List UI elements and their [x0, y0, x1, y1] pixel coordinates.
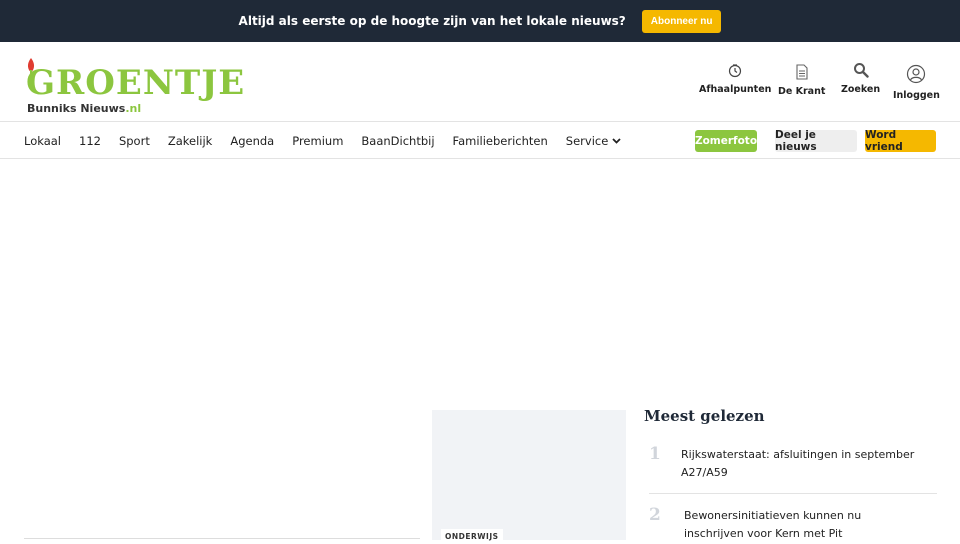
menu-item-service-label: Service [565, 133, 609, 148]
chevron-down-icon [612, 137, 621, 144]
site-logo[interactable]: GROENTJE Bunniks Nieuws.nl [24, 56, 244, 116]
most-read-rank: 1 [649, 444, 661, 464]
document-icon [796, 64, 808, 80]
most-read-title: Meest gelezen [644, 407, 765, 425]
user-icon [907, 64, 926, 84]
zomerfoto-button[interactable]: Zomerfoto [695, 130, 757, 152]
top-banner: Altijd als eerste op de hoogte zijn van … [0, 0, 960, 42]
menu-item-agenda[interactable]: Agenda [230, 134, 274, 148]
menu-item-familieberichten[interactable]: Familieberichten [453, 134, 548, 148]
logo-subtitle: Bunniks Nieuws.nl [27, 102, 142, 115]
most-read-rank: 2 [649, 505, 661, 525]
search-icon [853, 63, 869, 78]
afhaalpunten-link[interactable]: Afhaalpunten [699, 64, 771, 95]
content-divider [24, 538, 420, 539]
de-krant-label: De Krant [778, 86, 826, 97]
inloggen-label: Inloggen [893, 90, 940, 101]
zoeken-label: Zoeken [841, 84, 881, 95]
menu-item-112[interactable]: 112 [79, 134, 101, 148]
menu-item-service[interactable]: Service [566, 134, 622, 148]
menu-item-lokaal[interactable]: Lokaal [24, 134, 61, 148]
ad-placeholder [0, 159, 960, 399]
logo-wordmark: GROENTJE [26, 63, 246, 103]
menu-item-sport[interactable]: Sport [119, 134, 150, 148]
deel-je-nieuws-button[interactable]: Deel je nieuws [775, 129, 857, 153]
menu-item-zakelijk[interactable]: Zakelijk [168, 134, 213, 148]
most-read-divider [649, 493, 937, 494]
menu-list: Lokaal 112 Sport Zakelijk Agenda Premium… [24, 122, 639, 159]
category-tag[interactable]: ONDERWIJS [441, 529, 503, 544]
menu-item-premium[interactable]: Premium [292, 134, 343, 148]
site-header: GROENTJE Bunniks Nieuws.nl Afhaalpunten … [0, 42, 960, 122]
banner-text: Altijd als eerste op de hoogte zijn van … [238, 14, 626, 28]
main-navigation: Lokaal 112 Sport Zakelijk Agenda Premium… [0, 122, 960, 159]
most-read-item-title[interactable]: Bewonersinitiatieven kunnen nu inschrijv… [684, 507, 924, 543]
subscribe-button[interactable]: Abonneer nu [641, 9, 722, 33]
word-vriend-button[interactable]: Word vriend [865, 129, 936, 153]
inloggen-link[interactable]: Inloggen [893, 64, 940, 101]
afhaalpunten-label: Afhaalpunten [699, 84, 772, 95]
de-krant-link[interactable]: De Krant [778, 64, 825, 97]
clock-icon [729, 64, 742, 78]
zoeken-link[interactable]: Zoeken [841, 62, 880, 95]
article-card-image[interactable] [432, 410, 626, 540]
menu-item-baandichtbij[interactable]: BaanDichtbij [361, 134, 434, 148]
most-read-item-title[interactable]: Rijkswaterstaat: afsluitingen in septemb… [681, 446, 921, 482]
